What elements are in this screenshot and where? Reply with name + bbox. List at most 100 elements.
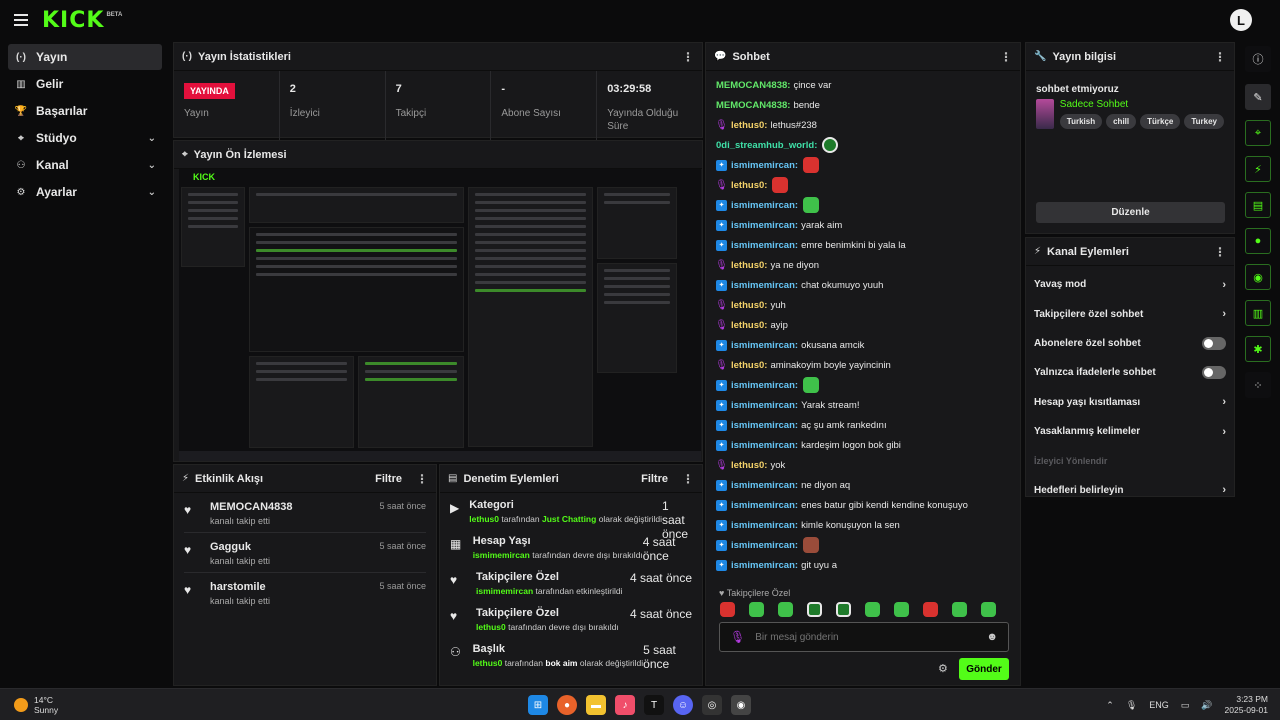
clock[interactable]: 3:23 PM 2025-09-01: [1225, 694, 1268, 716]
chat-username[interactable]: ismimemircan:: [731, 280, 798, 291]
chat-username[interactable]: MEMOCAN4838:: [716, 80, 790, 91]
chat-username[interactable]: lethus0:: [731, 320, 767, 331]
emoji-icon[interactable]: ☻: [986, 631, 998, 643]
chat-message[interactable]: MEMOCAN4838: bende: [716, 95, 1010, 115]
chat-message[interactable]: ✦ ismimemircan:: [716, 375, 1010, 395]
chat-username[interactable]: ismimemircan:: [731, 540, 798, 551]
emote-button[interactable]: [807, 602, 822, 617]
chat-username[interactable]: ismimemircan:: [731, 400, 798, 411]
chat-message[interactable]: MEMOCAN4838: çince var: [716, 75, 1010, 95]
chat-message[interactable]: 🎙 lethus0: yuh: [715, 295, 1010, 315]
chat-message[interactable]: ✦ ismimemircan: okusana amcik: [716, 335, 1010, 355]
chat-message[interactable]: 🎙 lethus0: yok: [715, 455, 1010, 475]
chat-message[interactable]: 🎙 lethus0: aminakoyim boyle yayincinin: [715, 355, 1010, 375]
chat-message[interactable]: ✦ ismimemircan:: [716, 195, 1010, 215]
more-options-icon[interactable]: ⋮: [1214, 245, 1226, 259]
sidebar-item-studyo[interactable]: ⌖ Stüdyo ⌄: [8, 125, 162, 151]
network-icon[interactable]: ▭: [1181, 700, 1190, 711]
chat-username[interactable]: ismimemircan:: [731, 240, 798, 251]
emote-button[interactable]: [865, 602, 880, 617]
more-options-icon[interactable]: ⋮: [1000, 50, 1012, 64]
chat-username[interactable]: lethus0:: [731, 360, 767, 371]
more-options-icon[interactable]: ⋮: [682, 472, 694, 486]
gear-icon[interactable]: ⚙: [938, 662, 948, 675]
windows-start-icon[interactable]: ⊞: [528, 695, 548, 715]
chat-icon[interactable]: ●: [1245, 228, 1271, 254]
chevron-up-icon[interactable]: ⌃: [1106, 700, 1114, 711]
chat-message[interactable]: 🎙 lethus0:: [715, 175, 1010, 195]
chat-username[interactable]: ismimemircan:: [731, 520, 798, 531]
chat-message[interactable]: 0di_streamhub_world:: [716, 135, 1010, 155]
more-options-icon[interactable]: ⋮: [416, 472, 428, 486]
apps-icon[interactable]: ⁘: [1245, 372, 1271, 398]
slow-mode-item[interactable]: Yavaş mod ›: [1026, 270, 1234, 299]
chat-message-list[interactable]: MEMOCAN4838: çince var MEMOCAN4838: bende 🎙 l…: [706, 71, 1020, 579]
chat-username[interactable]: lethus0:: [731, 180, 767, 191]
emote-button[interactable]: [778, 602, 793, 617]
music-icon[interactable]: ♪: [615, 695, 635, 715]
chat-message[interactable]: ✦ ismimemircan: aç şu amk rankedını: [716, 415, 1010, 435]
chat-message[interactable]: ✦ ismimemircan: yarak aim: [716, 215, 1010, 235]
language-indicator[interactable]: ENG: [1149, 700, 1169, 710]
wrench-icon[interactable]: ✱: [1245, 336, 1271, 362]
emote-only-toggle[interactable]: [1202, 366, 1226, 380]
volume-icon[interactable]: 🔊: [1201, 700, 1212, 711]
broadcast-icon[interactable]: ◉: [1245, 264, 1271, 290]
chat-message[interactable]: ✦ ismimemircan: git uyu a: [716, 555, 1010, 575]
emote-button[interactable]: [836, 602, 851, 617]
chat-username[interactable]: ismimemircan:: [731, 560, 798, 571]
chat-input-box[interactable]: 🎙 ☻: [719, 622, 1009, 652]
chat-username[interactable]: ismimemircan:: [731, 380, 798, 391]
edit-button[interactable]: Düzenle: [1036, 202, 1225, 223]
chat-message[interactable]: ✦ ismimemircan: chat okumuyo yuuh: [716, 275, 1010, 295]
discord-icon[interactable]: ☺: [673, 695, 693, 715]
user-avatar[interactable]: L: [1230, 9, 1252, 31]
chat-username[interactable]: ismimemircan:: [731, 200, 798, 211]
chat-username[interactable]: ismimemircan:: [731, 440, 798, 451]
chat-username[interactable]: ismimemircan:: [731, 160, 798, 171]
document-icon[interactable]: ▤: [1245, 192, 1271, 218]
tradingview-icon[interactable]: T: [644, 695, 664, 715]
lightning-icon[interactable]: ⚡: [1245, 156, 1271, 182]
chat-message[interactable]: ✦ ismimemircan: ne diyon aq: [716, 475, 1010, 495]
kick-logo[interactable]: KICK: [42, 8, 104, 33]
mic-icon[interactable]: 🎙: [1126, 700, 1137, 711]
banned-words-item[interactable]: Yasaklanmış kelimeler ›: [1026, 417, 1234, 446]
chat-message[interactable]: ✦ ismimemircan: emre benimkini bi yala la: [716, 235, 1010, 255]
sidebar-item-ayarlar[interactable]: ⚙ Ayarlar ⌄: [8, 179, 162, 205]
app-icon[interactable]: ◉: [731, 695, 751, 715]
stream-preview-video[interactable]: KICK: [179, 169, 701, 461]
chat-message[interactable]: ✦ ismimemircan:: [716, 155, 1010, 175]
subscribers-only-toggle[interactable]: [1202, 336, 1226, 350]
file-explorer-icon[interactable]: ▬: [586, 695, 606, 715]
layout-icon[interactable]: ▥: [1245, 300, 1271, 326]
obs-icon[interactable]: ◎: [702, 695, 722, 715]
chat-username[interactable]: ismimemircan:: [731, 420, 798, 431]
goals-item[interactable]: Hedefleri belirleyin ›: [1026, 476, 1234, 505]
chat-message[interactable]: 🎙 lethus0: ayip: [715, 315, 1010, 335]
emote-button[interactable]: [952, 602, 967, 617]
emote-button[interactable]: [720, 602, 735, 617]
chat-username[interactable]: lethus0:: [731, 120, 767, 131]
stream-category[interactable]: Sadece Sohbet: [1060, 99, 1224, 110]
more-options-icon[interactable]: ⋮: [682, 50, 694, 64]
send-button[interactable]: Gönder: [959, 658, 1009, 680]
more-options-icon[interactable]: ⋮: [1214, 50, 1226, 64]
chat-message[interactable]: ✦ ismimemircan:: [716, 535, 1010, 555]
sidebar-item-gelir[interactable]: ▥ Gelir: [8, 71, 162, 97]
chat-message[interactable]: ✦ ismimemircan: kardeşim logon bok gibi: [716, 435, 1010, 455]
firefox-icon[interactable]: ●: [557, 695, 577, 715]
sidebar-item-basarilar[interactable]: 🏆 Başarılar: [8, 98, 162, 124]
emote-button[interactable]: [981, 602, 996, 617]
chat-username[interactable]: ismimemircan:: [731, 340, 798, 351]
chat-username[interactable]: lethus0:: [731, 300, 767, 311]
chat-message[interactable]: ✦ ismimemircan: enes batur gibi kendi kend…: [716, 495, 1010, 515]
filter-button[interactable]: Filtre: [641, 473, 668, 485]
chat-message[interactable]: 🎙 lethus0: ya ne diyon: [715, 255, 1010, 275]
chat-message[interactable]: ✦ ismimemircan: Yarak stream!: [716, 395, 1010, 415]
followers-only-item[interactable]: Takipçilere özel sohbet ›: [1026, 299, 1234, 328]
sidebar-item-kanal[interactable]: ⚇ Kanal ⌄: [8, 152, 162, 178]
chat-input[interactable]: [755, 631, 987, 643]
chat-username[interactable]: lethus0:: [731, 460, 767, 471]
chat-message[interactable]: ✦ ismimemircan: kimle konuşuyon la sen: [716, 515, 1010, 535]
